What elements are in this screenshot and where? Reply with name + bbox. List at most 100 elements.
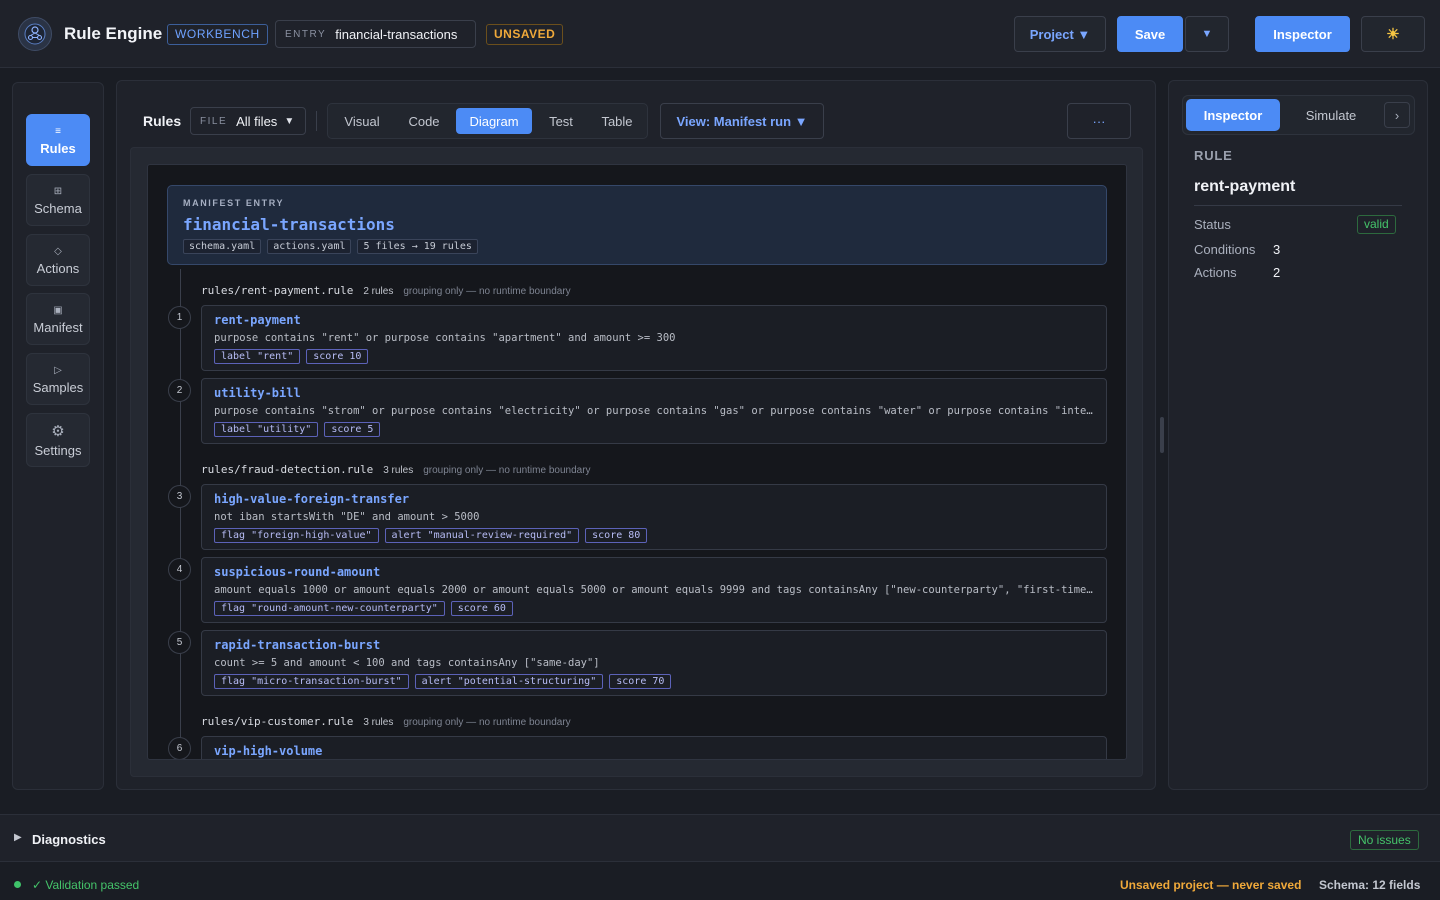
sidebar-item-rules[interactable]: ≡ Rules: [26, 114, 90, 166]
actions-value: 2: [1273, 265, 1281, 280]
inspector-caption: RULE: [1194, 148, 1233, 163]
actions-label: Actions: [1194, 265, 1237, 280]
diagram-canvas[interactable]: MANIFEST ENTRY financial-transactions sc…: [147, 164, 1127, 760]
validation-status: ✓ Validation passed: [32, 878, 140, 892]
sidebar-item-label: Settings: [34, 442, 82, 458]
rule-action: flag "foreign-high-value": [214, 528, 379, 543]
save-options-button[interactable]: ▼: [1185, 16, 1229, 52]
schema-status: Schema: 12 fields: [1319, 878, 1421, 892]
view-mode-button[interactable]: View: Manifest run ▼: [660, 103, 824, 139]
group-path: rules/rent-payment.rule: [201, 284, 354, 297]
rule-number: 6: [168, 737, 191, 759]
rule-card[interactable]: high-value-foreign-transfer not iban sta…: [201, 484, 1107, 550]
rules-panel: Rules FILE All files ▼ Visual Code Diagr…: [116, 80, 1156, 790]
sidebar-item-label: Actions: [36, 260, 80, 276]
tab-code[interactable]: Code: [396, 108, 452, 134]
group-path: rules/vip-customer.rule: [201, 715, 354, 728]
file-label: FILE: [200, 115, 228, 127]
sun-icon: ☀: [1386, 26, 1400, 43]
status-bar: ✓ Validation passed Unsaved project — ne…: [0, 870, 1440, 900]
play-icon: ▷: [54, 364, 62, 376]
rule-action: score 60: [450, 601, 513, 616]
diagnostics-panel[interactable]: ▶ Diagnostics No issues: [0, 814, 1440, 862]
chevron-right-icon[interactable]: ›: [1384, 102, 1410, 128]
app-header: Rule Engine WORKBENCH ENTRY financial-tr…: [0, 0, 1440, 68]
diamond-icon: ◇: [54, 245, 62, 257]
status-dot-icon: [14, 881, 21, 888]
rule-condition: purpose contains "strom" or purpose cont…: [214, 405, 1094, 417]
inspector-rule-name: rent-payment: [1194, 178, 1296, 195]
tab-simulate[interactable]: Simulate: [1284, 99, 1378, 131]
group-header: rules/fraud-detection.rule 3 rules group…: [201, 463, 591, 476]
rule-action: score 80: [585, 528, 648, 543]
rule-action: score 5: [324, 422, 381, 437]
inspector-toggle-button[interactable]: Inspector: [1255, 16, 1350, 52]
group-note: grouping only — no runtime boundary: [403, 717, 571, 728]
manifest-name: financial-transactions: [183, 215, 395, 234]
diagnostics-badge: No issues: [1350, 830, 1419, 850]
rule-condition: not iban startsWith "DE" and amount > 50…: [214, 511, 480, 523]
list-icon: ≡: [55, 125, 61, 137]
rule-action: score 10: [306, 349, 369, 364]
group-note: grouping only — no runtime boundary: [423, 465, 591, 476]
tab-test[interactable]: Test: [536, 108, 586, 134]
more-options-button[interactable]: ···: [1067, 103, 1131, 139]
theme-toggle-button[interactable]: ☀: [1361, 16, 1425, 52]
sidebar-item-actions[interactable]: ◇ Actions: [26, 234, 90, 286]
app-title: Rule Engine: [64, 24, 163, 43]
manifest-chip: 5 files → 19 rules: [357, 239, 478, 254]
manifest-chip: schema.yaml: [183, 239, 262, 254]
rule-action: label "utility": [214, 422, 319, 437]
sidebar: ≡ Rules ⊞ Schema ◇ Actions ▣ Manifest ▷ …: [12, 82, 104, 790]
grid-icon: ⊞: [53, 185, 63, 197]
tab-inspector[interactable]: Inspector: [1186, 99, 1280, 131]
entry-label: ENTRY: [285, 28, 327, 40]
inspector-tabs: Inspector Simulate ›: [1182, 95, 1415, 135]
rule-action: label "rent": [214, 349, 301, 364]
sidebar-item-label: Schema: [34, 200, 82, 216]
rule-card[interactable]: suspicious-round-amount amount equals 10…: [201, 557, 1107, 623]
panel-resize-handle[interactable]: [1160, 417, 1164, 453]
rule-action: alert "manual-review-required": [384, 528, 580, 543]
rule-condition: amount equals 1000 or amount equals 2000…: [214, 584, 1094, 596]
diagram-container: MANIFEST ENTRY financial-transactions sc…: [130, 147, 1143, 777]
rule-action: flag "micro-transaction-burst": [214, 674, 409, 689]
rule-name: suspicious-round-amount: [214, 565, 381, 579]
manifest-caption: MANIFEST ENTRY: [183, 198, 285, 208]
entry-value: financial-transactions: [335, 26, 458, 42]
save-button[interactable]: Save: [1117, 16, 1183, 52]
unsaved-status: Unsaved project — never saved: [1120, 878, 1302, 892]
entry-selector[interactable]: ENTRY financial-transactions: [275, 20, 476, 48]
sidebar-item-samples[interactable]: ▷ Samples: [26, 353, 90, 405]
rule-action: alert "potential-structuring": [414, 674, 604, 689]
group-count: 3 rules: [363, 717, 394, 728]
workbench-badge: WORKBENCH: [167, 24, 268, 45]
gear-icon: ⚙: [51, 422, 65, 440]
rule-card[interactable]: rent-payment purpose contains "rent" or …: [201, 305, 1107, 371]
expand-triangle-icon: ▶: [14, 832, 22, 843]
rule-action: score 70: [609, 674, 672, 689]
tab-table[interactable]: Table: [590, 108, 644, 134]
sidebar-item-manifest[interactable]: ▣ Manifest: [26, 293, 90, 345]
sidebar-item-schema[interactable]: ⊞ Schema: [26, 174, 90, 226]
square-icon: ▣: [53, 304, 63, 316]
group-header: rules/vip-customer.rule 3 rules grouping…: [201, 715, 571, 728]
manifest-entry-card[interactable]: MANIFEST ENTRY financial-transactions sc…: [167, 185, 1107, 265]
manifest-chip: actions.yaml: [267, 239, 352, 254]
tab-visual[interactable]: Visual: [332, 108, 392, 134]
chevron-down-icon: ▼: [284, 115, 295, 127]
flow-line: [180, 269, 181, 759]
rule-card[interactable]: rapid-transaction-burst count >= 5 and a…: [201, 630, 1107, 696]
tab-diagram[interactable]: Diagram: [456, 108, 532, 134]
rule-card[interactable]: utility-bill purpose contains "strom" or…: [201, 378, 1107, 444]
rule-name: rent-payment: [214, 313, 301, 327]
rule-number: 5: [168, 631, 191, 654]
sidebar-item-settings[interactable]: ⚙ Settings: [26, 413, 90, 467]
file-value: All files: [236, 113, 278, 129]
app-logo: [18, 17, 52, 51]
file-filter-select[interactable]: FILE All files ▼: [190, 107, 306, 135]
group-header: rules/rent-payment.rule 2 rules grouping…: [201, 284, 571, 297]
rule-number: 3: [168, 485, 191, 508]
rule-card[interactable]: vip-high-volume: [201, 736, 1107, 759]
project-menu-button[interactable]: Project ▼: [1014, 16, 1106, 52]
